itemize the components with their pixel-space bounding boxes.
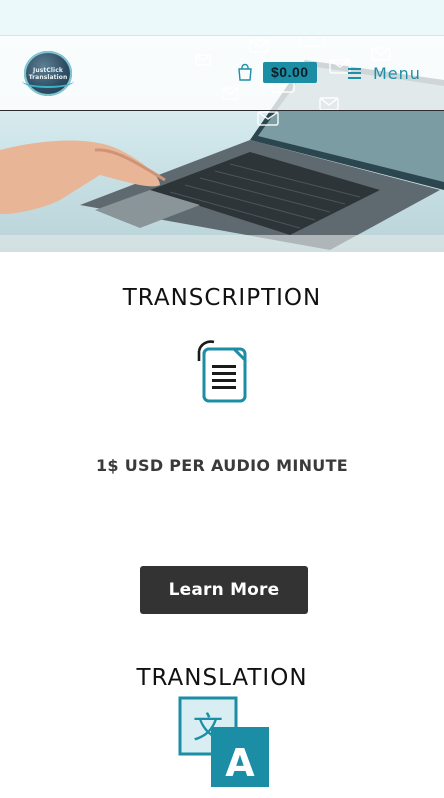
service-title-translation: TRANSLATION [136,665,308,691]
svg-text:A: A [225,741,255,785]
transcription-price: 1$ USD PER AUDIO MINUTE [95,456,349,475]
learn-more-button[interactable]: Learn More [140,566,308,614]
site-header: JustClick Translation $0.00 Menu [0,36,444,111]
logo-text-line1: JustClick [33,66,63,74]
document-icon [196,339,248,403]
service-title-transcription: TRANSCRIPTION [122,285,322,311]
menu-label: Menu [373,63,421,83]
site-logo[interactable]: JustClick Translation [22,51,74,96]
top-strip [0,0,444,36]
shopping-bag-icon[interactable] [236,63,254,81]
cart-total[interactable]: $0.00 [263,62,317,83]
translate-icon: 文 A [178,696,272,790]
logo-swoosh [22,74,74,88]
menu-button[interactable]: Menu [348,61,421,85]
hamburger-icon [348,67,361,79]
